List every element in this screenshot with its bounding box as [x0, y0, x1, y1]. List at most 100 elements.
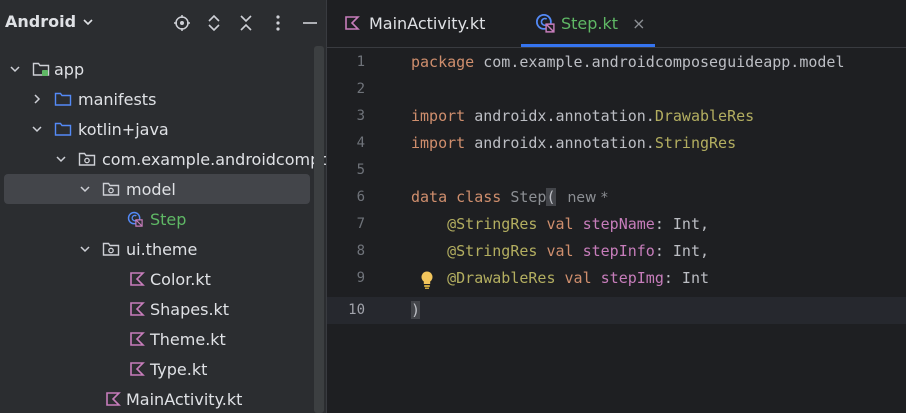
kotlin-file-icon — [106, 392, 121, 406]
keyword: import — [411, 134, 466, 152]
editor-tabs: MainActivity.kt Step.kt × — [327, 0, 906, 48]
hide-panel-icon[interactable] — [294, 10, 326, 36]
chevron-down-icon — [80, 186, 90, 193]
line-number: 8 — [356, 243, 365, 259]
tree-item-label: ui.theme — [126, 239, 198, 259]
kotlin-file-icon — [130, 362, 145, 376]
import-path: androidx.annotation. — [465, 107, 655, 125]
code-line-1: package com.example.androidcomposeguidea… — [411, 49, 844, 76]
options-menu-icon[interactable] — [262, 10, 294, 36]
keyword: data class — [411, 188, 502, 206]
project-scrollbar[interactable] — [314, 46, 324, 413]
property-name: stepInfo — [573, 242, 655, 260]
tree-item-root-package[interactable]: com.example.androidcompos — [0, 145, 326, 173]
tree-item-label: Type.kt — [150, 359, 208, 379]
tree-item-label: Shapes.kt — [150, 299, 230, 319]
project-view-selector[interactable]: Android — [5, 12, 94, 31]
project-header: Android — [0, 0, 326, 46]
chevron-right-icon — [34, 94, 41, 104]
paren: ( — [546, 188, 556, 206]
chevron-down-icon — [32, 126, 42, 133]
tree-item-label: Color.kt — [150, 269, 211, 289]
import-path: androidx.annotation. — [465, 134, 655, 152]
line-number: 4 — [356, 135, 365, 151]
tree-item-label: Step — [150, 209, 187, 229]
close-icon[interactable]: × — [632, 14, 645, 33]
tree-item-mainactivity-kt[interactable]: MainActivity.kt — [0, 385, 326, 413]
keyword: import — [411, 107, 466, 125]
active-tab-indicator — [521, 44, 655, 47]
tree-item-label: MainActivity.kt — [126, 389, 243, 409]
type: : Int — [663, 269, 710, 287]
folder-icon — [54, 122, 72, 136]
line-number: 3 — [356, 108, 365, 124]
line-number: 1 — [356, 54, 365, 70]
annotation: @StringRes — [447, 242, 538, 260]
tree-item-label: kotlin+java — [78, 119, 169, 139]
kotlin-class-icon — [127, 211, 143, 227]
collapse-all-icon[interactable] — [230, 10, 262, 36]
project-view-title: Android — [5, 12, 77, 31]
line-number: 2 — [356, 81, 365, 97]
tree-item-label: model — [126, 179, 176, 199]
tree-item-label: app — [54, 59, 85, 79]
property-name: stepImg — [591, 269, 664, 287]
tab-mainactivity-kt[interactable]: MainActivity.kt — [343, 0, 485, 46]
locate-icon[interactable] — [166, 10, 198, 36]
tree-item-type-kt[interactable]: Type.kt — [0, 355, 326, 383]
keyword: val — [537, 215, 574, 233]
tab-label: MainActivity.kt — [369, 13, 486, 33]
class-name: Step — [501, 188, 547, 206]
paren: ) — [411, 301, 421, 319]
keyword: package — [411, 53, 475, 71]
code-line-6: data class Step( new * — [411, 184, 608, 211]
tree-item-label: Theme.kt — [150, 329, 226, 349]
chevron-down-icon — [83, 18, 93, 25]
tree-item-manifests[interactable]: manifests — [0, 85, 326, 113]
kotlin-file-icon — [130, 302, 145, 316]
annotation-name: DrawableRes — [654, 107, 755, 125]
tab-label: Step.kt — [561, 13, 619, 33]
code-line-7: @StringRes val stepName: Int, — [411, 211, 709, 238]
annotation: @DrawableRes — [447, 269, 556, 287]
inlay-hint[interactable]: new * — [568, 190, 608, 206]
keyword: val — [537, 242, 574, 260]
tree-item-label: manifests — [78, 89, 157, 109]
tree-item-label: com.example.androidcompos — [102, 149, 326, 169]
code-line-10: ) — [411, 297, 421, 324]
kotlin-file-icon — [130, 332, 145, 346]
tree-item-step[interactable]: Step — [0, 205, 326, 233]
tree-item-color-kt[interactable]: Color.kt — [0, 265, 326, 293]
tree-item-theme-kt[interactable]: Theme.kt — [0, 325, 326, 353]
code-line-3: import androidx.annotation.DrawableRes — [411, 103, 754, 130]
project-toolbar — [166, 10, 326, 36]
type: : Int, — [654, 215, 710, 233]
kotlin-file-icon — [130, 272, 145, 286]
code-line-9: @DrawableRes val stepImg: Int — [411, 265, 709, 292]
tree-item-kotlin-java[interactable]: kotlin+java — [0, 115, 326, 143]
type: : Int, — [654, 242, 710, 260]
line-number: 6 — [356, 189, 365, 205]
expand-all-icon[interactable] — [198, 10, 230, 36]
package-icon — [102, 242, 120, 256]
line-number: 5 — [356, 162, 365, 178]
line-number: 7 — [356, 216, 365, 232]
keyword: val — [555, 269, 592, 287]
chevron-down-icon — [80, 246, 90, 253]
tree-item-shapes-kt[interactable]: Shapes.kt — [0, 295, 326, 323]
module-folder-icon — [32, 62, 50, 76]
line-number: 9 — [356, 270, 365, 286]
tree-item-app[interactable]: app — [0, 55, 326, 83]
package-icon — [102, 182, 120, 196]
tree-item-model[interactable]: model — [0, 174, 326, 204]
kotlin-file-icon — [345, 16, 360, 30]
chevron-down-icon — [10, 66, 20, 73]
project-tool-window: Android app manifests kotlin+java com.ex… — [0, 0, 326, 413]
folder-icon — [54, 92, 72, 106]
tree-item-ui-theme[interactable]: ui.theme — [0, 235, 326, 263]
code-editor: MainActivity.kt Step.kt × 1 2 3 4 5 6 7 … — [327, 0, 906, 413]
package-icon — [78, 152, 96, 166]
line-number: 10 — [348, 302, 365, 318]
tab-step-kt[interactable]: Step.kt × — [521, 0, 655, 47]
annotation: @StringRes — [447, 215, 538, 233]
